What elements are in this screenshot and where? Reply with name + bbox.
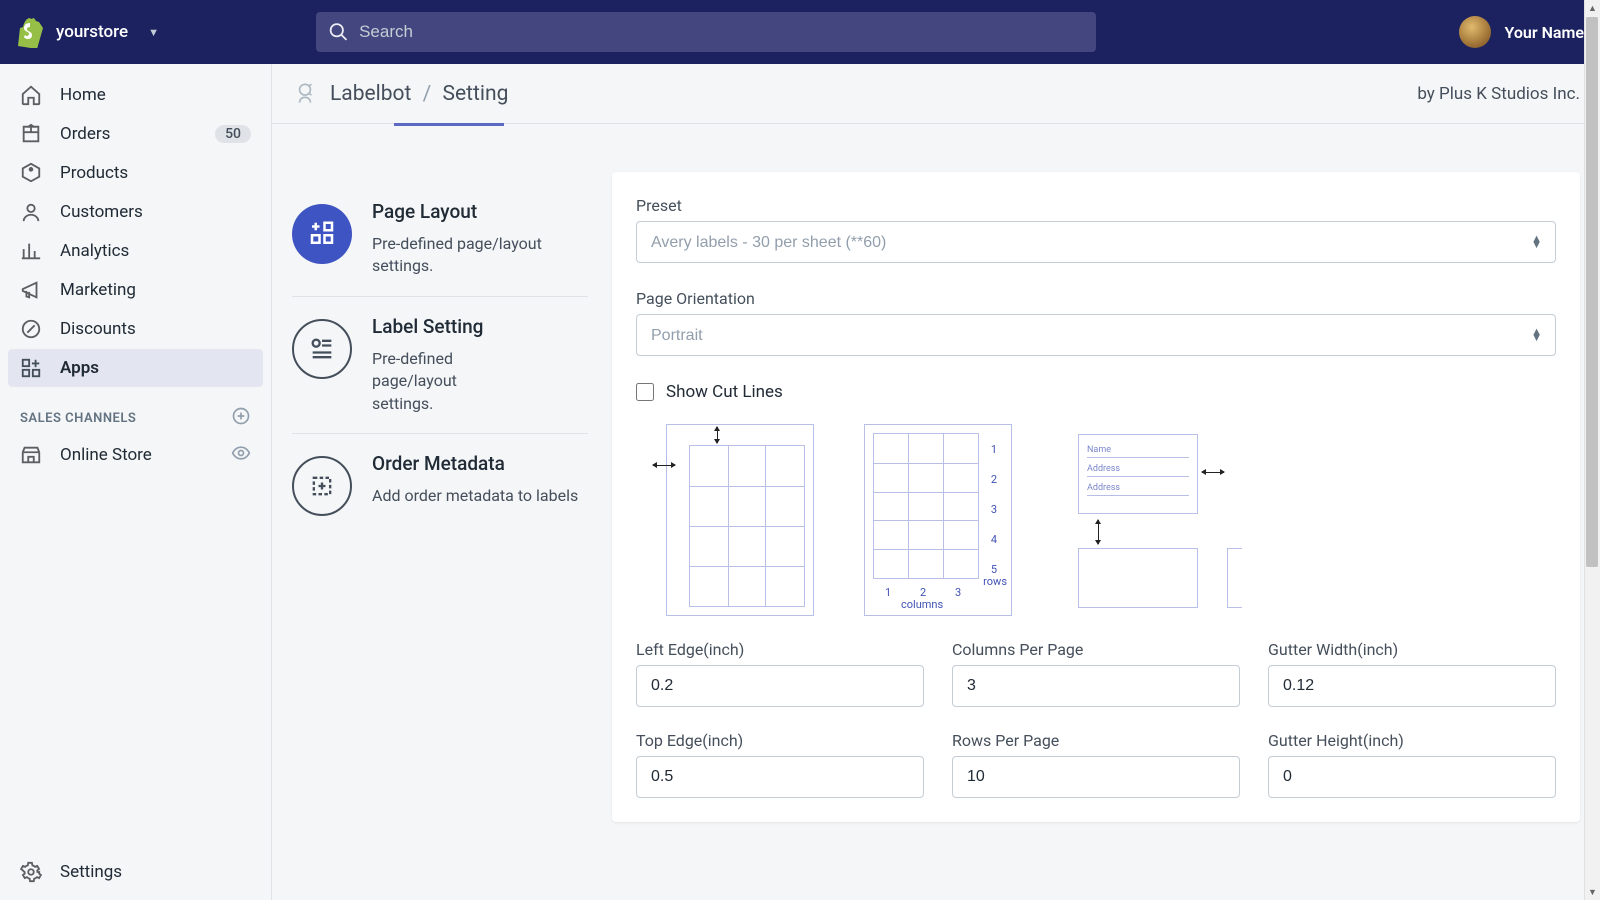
preset-label: Preset [636, 196, 1556, 215]
products-icon [20, 162, 42, 184]
byline: by Plus K Studios Inc. [1417, 84, 1580, 104]
section-order-metadata[interactable]: Order Metadata Add order metadata to lab… [292, 434, 588, 534]
preset-select[interactable]: Avery labels - 30 per sheet (**60) [636, 221, 1556, 263]
sidebar-item-discounts[interactable]: Discounts [8, 310, 263, 348]
sidebar-item-orders[interactable]: Orders 50 [8, 115, 263, 153]
gutter-width-input[interactable] [1268, 665, 1556, 707]
section-title: Page Layout [372, 200, 588, 223]
page-header: Labelbot / Setting by Plus K Studios Inc… [272, 64, 1600, 124]
orders-icon [20, 123, 42, 145]
layout-diagrams: 1 2 3 4 5 rows 1 2 3 columns Name [636, 424, 1556, 616]
sidebar-item-analytics[interactable]: Analytics [8, 232, 263, 270]
order-metadata-icon [292, 456, 352, 516]
field-gutter-width: Gutter Width(inch) [1268, 640, 1556, 707]
sidebar-item-label: Settings [60, 862, 122, 882]
field-top-edge: Top Edge(inch) [636, 731, 924, 798]
sidebar-item-label: Discounts [60, 319, 136, 339]
topbar: yourstore ▼ Your Name [0, 0, 1600, 64]
show-cut-lines-label: Show Cut Lines [666, 382, 783, 402]
sidebar-item-online-store[interactable]: Online Store [8, 436, 263, 474]
field-rows: Rows Per Page [952, 731, 1240, 798]
sidebar-item-home[interactable]: Home [8, 76, 263, 114]
main-content: Labelbot / Setting by Plus K Studios Inc… [272, 64, 1600, 900]
sidebar-item-label: Analytics [60, 241, 129, 261]
search-box[interactable] [316, 12, 1096, 52]
caret-down-icon: ▼ [148, 26, 159, 39]
sidebar-item-label: Home [60, 85, 106, 105]
add-channel-icon[interactable] [231, 406, 251, 430]
breadcrumb-app[interactable]: Labelbot [330, 82, 411, 106]
section-title: Order Metadata [372, 452, 578, 475]
sidebar-item-label: Marketing [60, 280, 136, 300]
gutter-height-input[interactable] [1268, 756, 1556, 798]
section-desc: Pre-defined page/layout settings. [372, 348, 492, 415]
scroll-up-icon[interactable]: ▲ [1585, 0, 1600, 16]
field-gutter-height: Gutter Height(inch) [1268, 731, 1556, 798]
sidebar-item-marketing[interactable]: Marketing [8, 271, 263, 309]
section-desc: Add order metadata to labels [372, 485, 578, 507]
sidebar-item-settings[interactable]: Settings [8, 853, 263, 891]
store-name: yourstore [56, 22, 128, 42]
sidebar-item-apps[interactable]: Apps [8, 349, 263, 387]
discounts-icon [20, 318, 42, 340]
scroll-down-icon[interactable]: ▼ [1585, 884, 1600, 900]
sidebar-item-label: Products [60, 163, 128, 183]
settings-panel: Preset Avery labels - 30 per sheet (**60… [612, 172, 1580, 822]
sidebar-item-label: Customers [60, 202, 143, 222]
label-setting-icon [292, 319, 352, 379]
scroll-thumb[interactable] [1586, 17, 1598, 567]
settings-section-list: Page Layout Pre-defined page/layout sett… [292, 172, 588, 822]
orientation-select[interactable]: Portrait [636, 314, 1556, 356]
diagram-rows-cols: 1 2 3 4 5 rows 1 2 3 columns [864, 424, 1012, 616]
scrollbar[interactable]: ▲ ▼ [1584, 0, 1600, 900]
columns-input[interactable] [952, 665, 1240, 707]
top-edge-input[interactable] [636, 756, 924, 798]
diagram-edges [666, 424, 814, 616]
store-switcher[interactable]: yourstore ▼ [16, 16, 266, 48]
sidebar-item-customers[interactable]: Customers [8, 193, 263, 231]
section-title: Label Setting [372, 315, 492, 338]
gear-icon [20, 861, 42, 883]
show-cut-lines-checkbox[interactable] [636, 383, 654, 401]
search-icon [328, 21, 349, 43]
app-logo-icon [292, 81, 318, 107]
search-input[interactable] [359, 22, 1084, 42]
field-left-edge: Left Edge(inch) [636, 640, 924, 707]
shopify-logo-icon [16, 16, 44, 48]
user-name[interactable]: Your Name [1505, 23, 1584, 42]
left-edge-input[interactable] [636, 665, 924, 707]
sales-channels-header: SALES CHANNELS [0, 388, 271, 436]
section-desc: Pre-defined page/layout settings. [372, 233, 588, 278]
store-icon [20, 444, 42, 466]
field-columns: Columns Per Page [952, 640, 1240, 707]
section-label-setting[interactable]: Label Setting Pre-defined page/layout se… [292, 297, 588, 434]
sidebar-item-products[interactable]: Products [8, 154, 263, 192]
avatar[interactable] [1459, 16, 1491, 48]
sidebar-item-label: Orders [60, 124, 110, 144]
select-caret-icon: ▲▼ [1531, 236, 1542, 248]
marketing-icon [20, 279, 42, 301]
breadcrumb-page: Setting [443, 82, 509, 106]
breadcrumb: Labelbot / Setting [330, 82, 508, 106]
apps-icon [20, 357, 42, 379]
view-icon[interactable] [231, 443, 251, 468]
section-page-layout[interactable]: Page Layout Pre-defined page/layout sett… [292, 172, 588, 297]
rows-input[interactable] [952, 756, 1240, 798]
select-caret-icon: ▲▼ [1531, 329, 1542, 341]
orders-badge: 50 [215, 125, 251, 143]
orientation-label: Page Orientation [636, 289, 1556, 308]
customers-icon [20, 201, 42, 223]
sidebar-item-label: Online Store [60, 445, 152, 465]
analytics-icon [20, 240, 42, 262]
sidebar: Home Orders 50 Products Customers Analyt… [0, 64, 272, 900]
home-icon [20, 84, 42, 106]
diagram-gutters: Name Address Address [1062, 424, 1242, 616]
sidebar-item-label: Apps [60, 358, 99, 378]
page-layout-icon [292, 204, 352, 264]
